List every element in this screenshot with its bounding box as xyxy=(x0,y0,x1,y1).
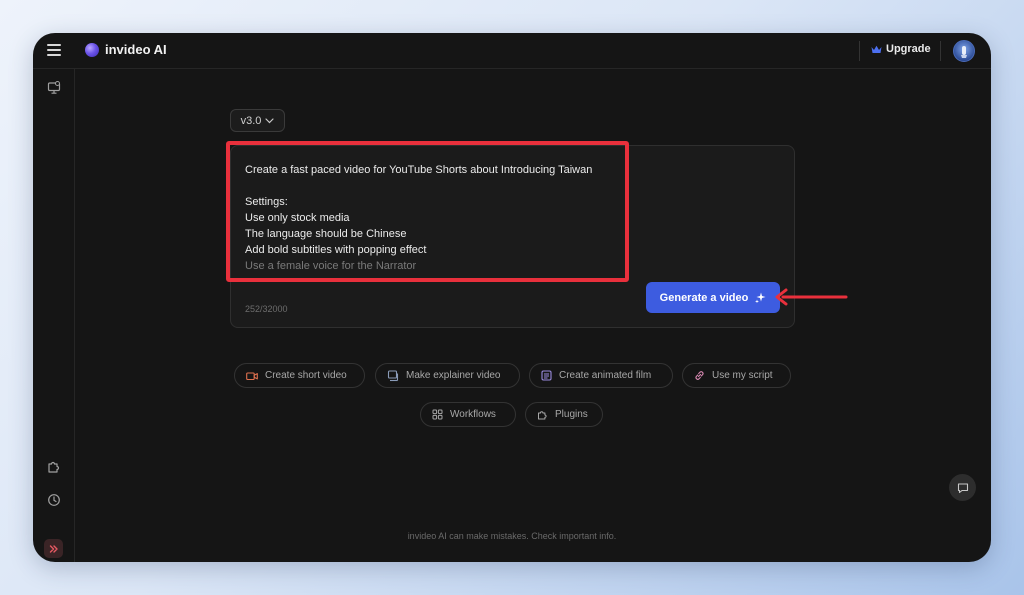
prompt-line: Use a female voice for the Narrator xyxy=(245,260,417,272)
version-dropdown[interactable]: v3.0 xyxy=(230,109,285,132)
expand-sidebar-button[interactable] xyxy=(44,539,63,558)
chevron-down-icon xyxy=(265,117,274,123)
top-bar: invideo AI Upgrade xyxy=(33,33,991,69)
use-my-script-chip[interactable]: Use my script xyxy=(682,363,791,388)
prompt-box: Create a fast paced video for YouTube Sh… xyxy=(230,145,795,328)
prompt-line: Settings: xyxy=(245,196,288,208)
hamburger-icon[interactable] xyxy=(47,44,61,56)
prompt-line: The language should be Chinese xyxy=(245,228,407,240)
grid-icon xyxy=(432,409,443,420)
prompt-line: Create a fast paced video for YouTube Sh… xyxy=(245,164,593,176)
puzzle-icon[interactable] xyxy=(47,459,61,473)
header-divider xyxy=(940,41,941,61)
prompt-line: Use only stock media xyxy=(245,212,350,224)
create-short-video-chip[interactable]: Create short video xyxy=(234,363,365,388)
chip-label: Make explainer video xyxy=(406,370,501,381)
generate-video-button[interactable]: Generate a video xyxy=(646,282,780,313)
chip-label: Create animated film xyxy=(559,370,652,381)
crown-icon xyxy=(871,45,882,53)
app-window: invideo AI Upgrade v3.0 Create a fast pa… xyxy=(33,33,991,562)
upgrade-label: Upgrade xyxy=(886,43,931,55)
prompt-input[interactable]: Create a fast paced video for YouTube Sh… xyxy=(245,162,645,274)
sidebar xyxy=(33,69,75,562)
character-counter: 252/32000 xyxy=(245,304,288,314)
header-divider xyxy=(859,41,860,61)
annotation-arrow xyxy=(775,288,848,306)
double-chevron-right-icon xyxy=(49,544,58,553)
chat-button[interactable] xyxy=(949,474,976,501)
create-animated-film-chip[interactable]: Create animated film xyxy=(529,363,673,388)
puzzle-icon xyxy=(538,411,547,420)
monitor-icon[interactable] xyxy=(47,81,61,95)
disclaimer-text: invideo AI can make mistakes. Check impo… xyxy=(33,531,991,541)
generate-video-label: Generate a video xyxy=(659,291,749,304)
disclaimer-label: invideo AI can make mistakes. Check impo… xyxy=(407,531,617,541)
make-explainer-video-chip[interactable]: Make explainer video xyxy=(375,363,520,388)
upgrade-button[interactable]: Upgrade xyxy=(871,43,931,55)
workflows-chip[interactable]: Workflows xyxy=(420,402,516,427)
plugins-chip[interactable]: Plugins xyxy=(525,402,603,427)
app-name: invideo AI xyxy=(105,42,167,57)
chat-bubble-icon xyxy=(957,482,968,493)
version-label: v3.0 xyxy=(240,114,262,127)
invideo-logo-icon xyxy=(85,43,99,57)
chip-label: Plugins xyxy=(555,409,588,420)
sparkle-icon xyxy=(755,292,766,303)
prompt-line xyxy=(245,178,645,194)
chip-label: Use my script xyxy=(712,370,773,381)
prompt-line: Add bold subtitles with popping effect xyxy=(245,244,427,256)
chip-label: Workflows xyxy=(450,409,496,420)
avatar[interactable] xyxy=(953,40,975,62)
video-camera-icon xyxy=(246,371,258,380)
chip-label: Create short video xyxy=(265,370,347,381)
document-icon xyxy=(541,370,552,381)
explainer-icon xyxy=(387,369,399,381)
clock-icon[interactable] xyxy=(47,493,61,507)
link-icon xyxy=(695,371,704,380)
